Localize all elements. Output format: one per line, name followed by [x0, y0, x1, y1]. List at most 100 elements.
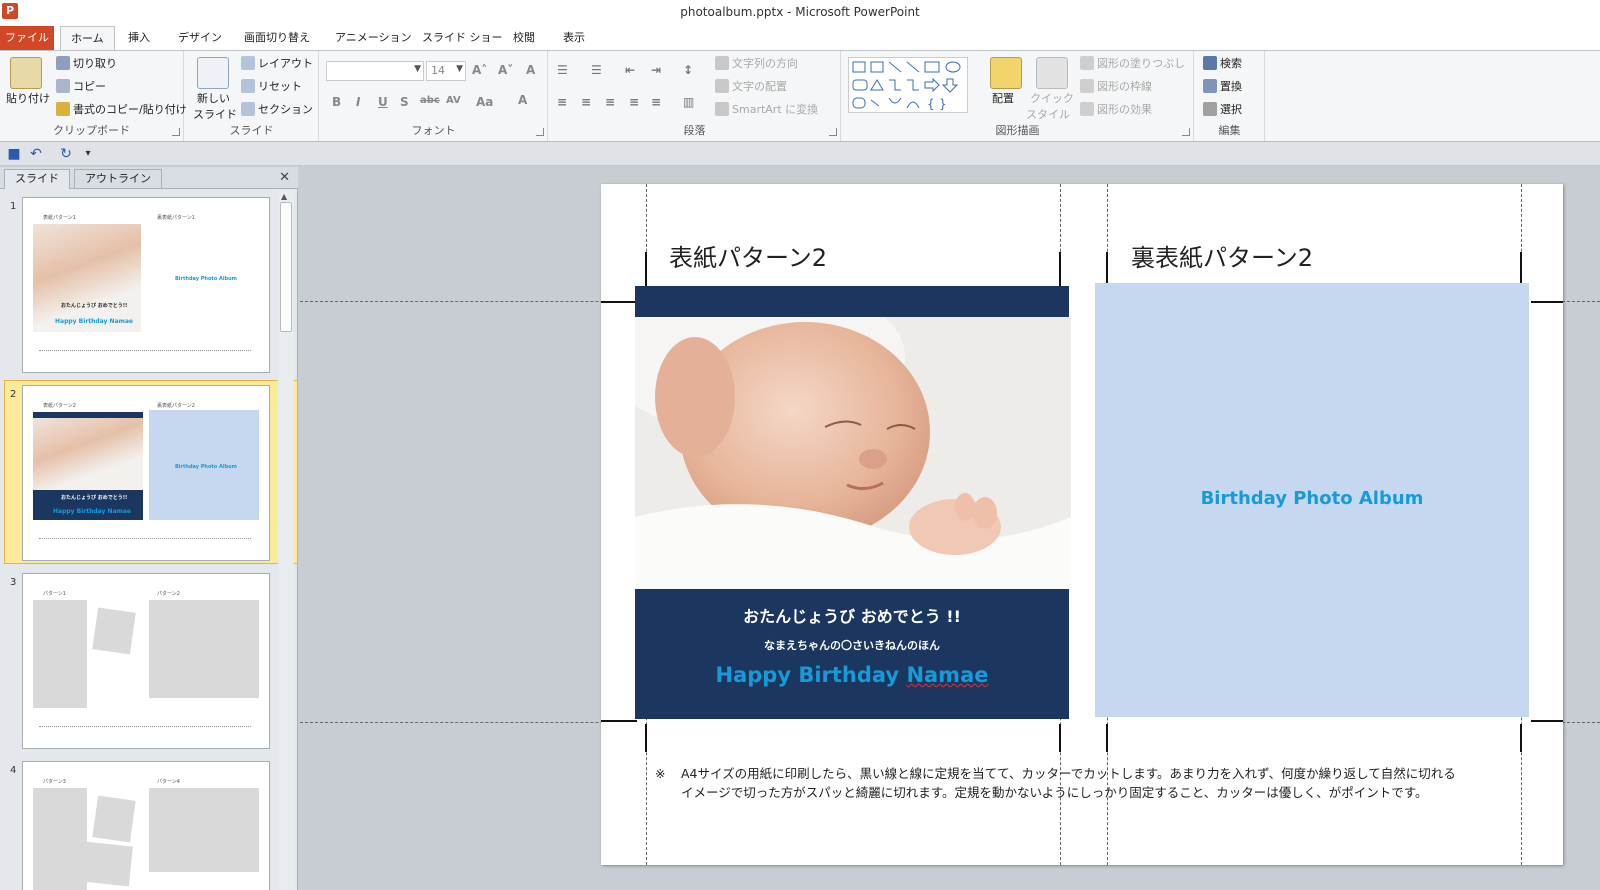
cutting-instructions[interactable]: A4サイズの用紙に印刷したら、黒い線と線に定規を当てて、カッターでカットします。…	[681, 764, 1551, 802]
tab-animations[interactable]: アニメーション	[325, 26, 422, 50]
shape-fill-button[interactable]: 図形の塗りつぶし	[1080, 56, 1185, 72]
drawing-group-label: 図形描画	[995, 124, 1040, 137]
clear-format-icon[interactable]: A	[526, 63, 535, 77]
undo-icon[interactable]: ↶	[28, 146, 44, 162]
align-center-icon[interactable]: ≡	[581, 95, 591, 109]
slide-thumbnail-3[interactable]: パターン1 パターン2	[22, 573, 270, 749]
slide-thumbnail-2[interactable]: 表紙パターン2 裏表紙パターン2 おたんじょうび おめでとう!! Happy B…	[22, 385, 270, 561]
cursor-icon	[1203, 102, 1217, 116]
crop-mark	[1059, 724, 1061, 752]
cover-text-panel[interactable]: おたんじょうび おめでとう !! なまえちゃんの〇さいきねんのほん Happy …	[635, 589, 1069, 719]
tab-insert[interactable]: 挿入	[118, 26, 160, 50]
shadow-icon[interactable]: S	[400, 95, 409, 109]
scroll-up-icon[interactable]: ▲	[281, 192, 287, 201]
justify-icon[interactable]: ≡	[629, 95, 639, 109]
decrease-indent-icon[interactable]: ⇤	[625, 63, 635, 77]
thumb-photo-placeholder	[92, 607, 136, 655]
reset-button[interactable]: リセット	[241, 79, 302, 95]
char-spacing-icon[interactable]: AV	[446, 95, 461, 106]
copy-button[interactable]: コピー	[56, 79, 106, 95]
align-text-button[interactable]: 文字の配置	[715, 79, 787, 95]
font-color-icon[interactable]: A	[518, 93, 527, 107]
thumb-cover-text: Happy Birthday Namae	[53, 508, 131, 515]
font-size-field[interactable]: 14 ▼	[426, 61, 466, 81]
front-cover-heading[interactable]: 表紙パターン2	[669, 238, 827, 273]
baby-photo[interactable]	[635, 317, 1071, 589]
shrink-font-icon[interactable]: A˅	[498, 63, 513, 77]
italic-icon[interactable]: I	[356, 95, 360, 109]
grow-font-icon[interactable]: A˄	[472, 63, 487, 77]
redo-icon[interactable]: ↻	[58, 146, 74, 162]
tab-slides-pane[interactable]: スライド	[4, 169, 70, 189]
tab-view[interactable]: 表示	[553, 26, 595, 50]
align-left-icon[interactable]: ≡	[557, 95, 567, 109]
customize-qat-icon[interactable]: ▾	[80, 146, 96, 162]
new-slide-button[interactable]: 新しい	[197, 91, 230, 107]
find-label: 検索	[1220, 57, 1242, 70]
numbering-icon[interactable]: ☰	[591, 63, 602, 77]
chevron-down-icon: ▼	[456, 64, 463, 74]
back-cover-panel[interactable]: Birthday Photo Album	[1095, 283, 1529, 717]
clipboard-launcher-icon[interactable]	[172, 128, 180, 136]
shape-outline-button[interactable]: 図形の枠線	[1080, 79, 1152, 95]
paste-button[interactable]: 貼り付け	[6, 91, 50, 107]
increase-indent-icon[interactable]: ⇥	[651, 63, 661, 77]
quick-styles-button[interactable]: クイック	[1030, 91, 1074, 107]
reset-icon	[241, 79, 255, 93]
tab-transitions[interactable]: 画面切り替え	[234, 26, 320, 50]
find-button[interactable]: 検索	[1203, 56, 1242, 72]
change-case-icon[interactable]: Aa	[476, 95, 493, 109]
thumb-photo-placeholder	[149, 788, 259, 872]
font-launcher-icon[interactable]	[536, 128, 544, 136]
paragraph-launcher-icon[interactable]	[829, 128, 837, 136]
align-right-icon[interactable]: ≡	[605, 95, 615, 109]
tab-file[interactable]: ファイル	[0, 26, 54, 50]
crop-mark	[1059, 252, 1061, 286]
back-cover-heading[interactable]: 裏表紙パターン2	[1131, 238, 1313, 273]
effects-icon	[1080, 102, 1094, 116]
cover-happy-birthday: Happy Birthday Namae	[635, 663, 1069, 687]
shapes-gallery[interactable]: { }	[848, 57, 968, 113]
tab-design[interactable]: デザイン	[168, 26, 232, 50]
tab-home[interactable]: ホーム	[60, 26, 115, 51]
strikethrough-icon[interactable]: abc	[420, 95, 440, 106]
cut-button[interactable]: 切り取り	[56, 56, 117, 72]
pane-scrollbar[interactable]: ▲	[278, 190, 294, 890]
thumb-cover-text: おたんじょうび おめでとう!!	[61, 303, 128, 309]
scissors-icon	[56, 56, 70, 70]
cover-top-bar[interactable]	[635, 286, 1069, 317]
distributed-icon[interactable]: ≡	[651, 95, 661, 109]
drawing-launcher-icon[interactable]	[1182, 128, 1190, 136]
tab-review[interactable]: 校閲	[503, 26, 545, 50]
tab-slideshow[interactable]: スライド ショー	[412, 26, 513, 50]
scrollbar-thumb[interactable]	[280, 202, 292, 332]
close-icon[interactable]: ✕	[279, 170, 290, 185]
bold-icon[interactable]: B	[332, 95, 341, 109]
section-button[interactable]: セクション	[241, 102, 313, 118]
slide-canvas[interactable]: 表紙パターン2 裏表紙パターン2 おたんじょうび おめでとう !! なまえちゃん…	[601, 184, 1563, 865]
save-icon[interactable]: ■	[6, 146, 22, 162]
slide-thumbnail-1[interactable]: 表紙パターン1 裏表紙パターン1 おたんじょうび おめでとう!! Happy B…	[22, 197, 270, 373]
columns-icon[interactable]: ▥	[683, 95, 694, 109]
underline-icon[interactable]: U	[378, 95, 388, 109]
line-spacing-icon[interactable]: ↕	[683, 63, 693, 77]
crop-mark	[601, 301, 637, 303]
replace-button[interactable]: 置換	[1203, 79, 1242, 95]
smartart-button[interactable]: SmartArt に変換	[715, 102, 818, 118]
slide-thumbnail-4[interactable]: パターン3 パターン4	[22, 761, 270, 890]
quick-styles-button-line2[interactable]: スタイル	[1026, 107, 1070, 123]
select-button[interactable]: 選択	[1203, 102, 1242, 118]
text-direction-button[interactable]: 文字列の方向	[715, 56, 798, 72]
new-slide-button-line2[interactable]: スライド	[193, 107, 237, 123]
select-label: 選択	[1220, 103, 1242, 116]
layout-button[interactable]: レイアウト	[241, 56, 313, 72]
arrange-button[interactable]: 配置	[992, 91, 1014, 107]
font-name-field[interactable]: ▼	[326, 61, 424, 81]
tab-outline-pane[interactable]: アウトライン	[74, 169, 162, 189]
shape-effects-button[interactable]: 図形の効果	[1080, 102, 1152, 118]
thumb-note	[39, 350, 251, 351]
bullets-icon[interactable]: ☰	[557, 63, 568, 77]
ribbon-tabs: ファイル ホーム 挿入 デザイン 画面切り替え アニメーション スライド ショー…	[0, 26, 1600, 51]
format-painter-button[interactable]: 書式のコピー/貼り付け	[56, 102, 187, 118]
pane-tabs: スライド アウトライン ✕	[0, 167, 298, 189]
